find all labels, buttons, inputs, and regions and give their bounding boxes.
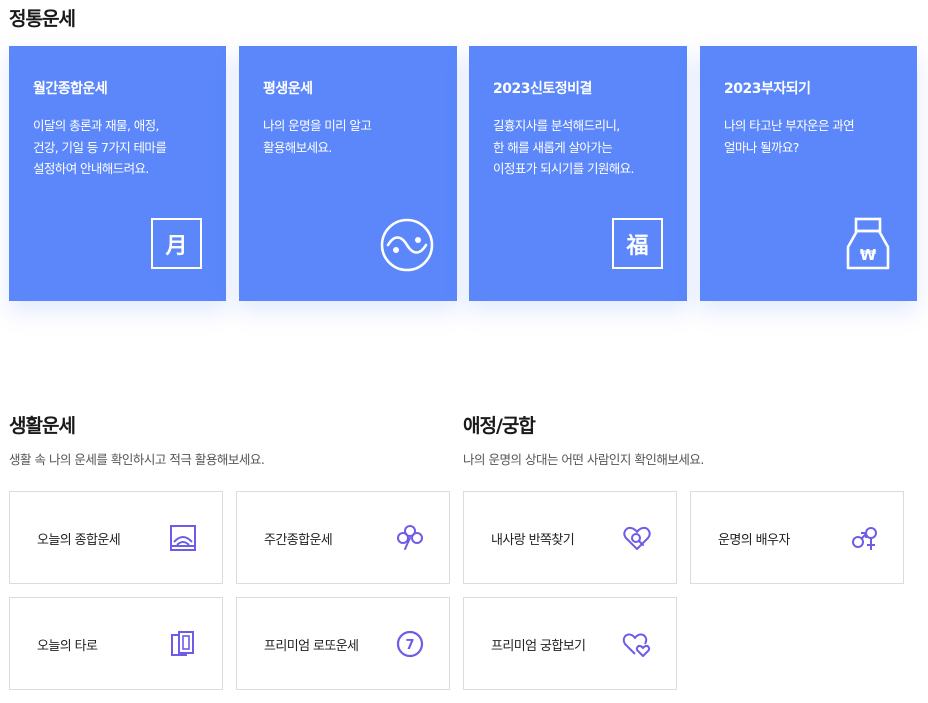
fortune-blessing-icon: 福 <box>612 218 663 269</box>
lotto-ball-icon: 7 <box>396 630 424 658</box>
card-lifetime-fortune[interactable]: 평생운세 나의 운명을 미리 알고 활용해보세요. <box>239 46 457 301</box>
yin-yang-icon <box>380 218 434 272</box>
card-description: 이달의 총론과 재물, 애정, 건강, 기일 등 7가지 테마를 설정하여 안내… <box>33 118 167 176</box>
svg-text:₩: ₩ <box>860 246 877 264</box>
card-monthly-fortune[interactable]: 월간종합운세 이달의 총론과 재물, 애정, 건강, 기일 등 7가지 테마를 … <box>9 46 226 301</box>
tile-today-fortune[interactable]: 오늘의 종합운세 <box>9 491 223 584</box>
life-section-subtitle: 생활 속 나의 운세를 확인하시고 적극 활용해보세요. <box>9 452 265 467</box>
fortune-section-title: 정통운세 <box>9 8 76 30</box>
card-title: 2023신토정비결 <box>493 81 592 97</box>
clover-icon <box>397 525 423 550</box>
card-tojeong-fortune[interactable]: 2023신토정비결 길흉지사를 분석해드리니, 한 해를 새롭게 살아가는 이정… <box>469 46 687 301</box>
card-title: 2023부자되기 <box>724 81 811 97</box>
tile-label: 주간종합운세 <box>264 533 333 548</box>
tile-weekly-fortune[interactable]: 주간종합운세 <box>236 491 450 584</box>
life-section-title: 생활운세 <box>9 415 76 437</box>
tile-label: 오늘의 종합운세 <box>37 533 121 548</box>
heart-search-icon <box>623 526 651 550</box>
love-section-subtitle: 나의 운명의 상대는 어떤 사람인지 확인해보세요. <box>463 452 704 467</box>
love-section-title: 애정/궁합 <box>463 415 536 437</box>
tile-today-tarot[interactable]: 오늘의 타로 <box>9 597 223 690</box>
tarot-cards-icon <box>171 631 194 656</box>
tile-destined-spouse[interactable]: 운명의 배우자 <box>690 491 904 584</box>
double-heart-icon <box>622 633 651 657</box>
card-title: 평생운세 <box>263 81 313 97</box>
money-bag-icon: ₩ <box>846 217 890 270</box>
card-description: 길흉지사를 분석해드리니, 한 해를 새롭게 살아가는 이정표가 되시기를 기원… <box>493 118 635 176</box>
tile-premium-compatibility[interactable]: 프리미엄 궁합보기 <box>463 597 677 690</box>
tile-label: 내사랑 반쪽찾기 <box>491 533 575 548</box>
moon-month-icon: 月 <box>151 218 202 269</box>
tile-label: 프리미엄 로또운세 <box>264 639 359 654</box>
tile-label: 프리미엄 궁합보기 <box>491 639 586 654</box>
card-become-rich[interactable]: 2023부자되기 나의 타고난 부자운은 과연 얼마나 될까요? ₩ <box>700 46 917 301</box>
tile-label: 오늘의 타로 <box>37 639 98 654</box>
card-description: 나의 운명을 미리 알고 활용해보세요. <box>263 118 372 155</box>
gender-symbols-icon <box>852 527 877 550</box>
tile-find-soulmate[interactable]: 내사랑 반쪽찾기 <box>463 491 677 584</box>
card-title: 월간종합운세 <box>33 81 108 97</box>
svg-text:7: 7 <box>405 638 414 653</box>
tile-premium-lotto[interactable]: 프리미엄 로또운세 7 <box>236 597 450 690</box>
tile-label: 운명의 배우자 <box>718 533 790 548</box>
card-description: 나의 타고난 부자운은 과연 얼마나 될까요? <box>724 118 855 155</box>
sunrise-icon <box>170 525 196 551</box>
